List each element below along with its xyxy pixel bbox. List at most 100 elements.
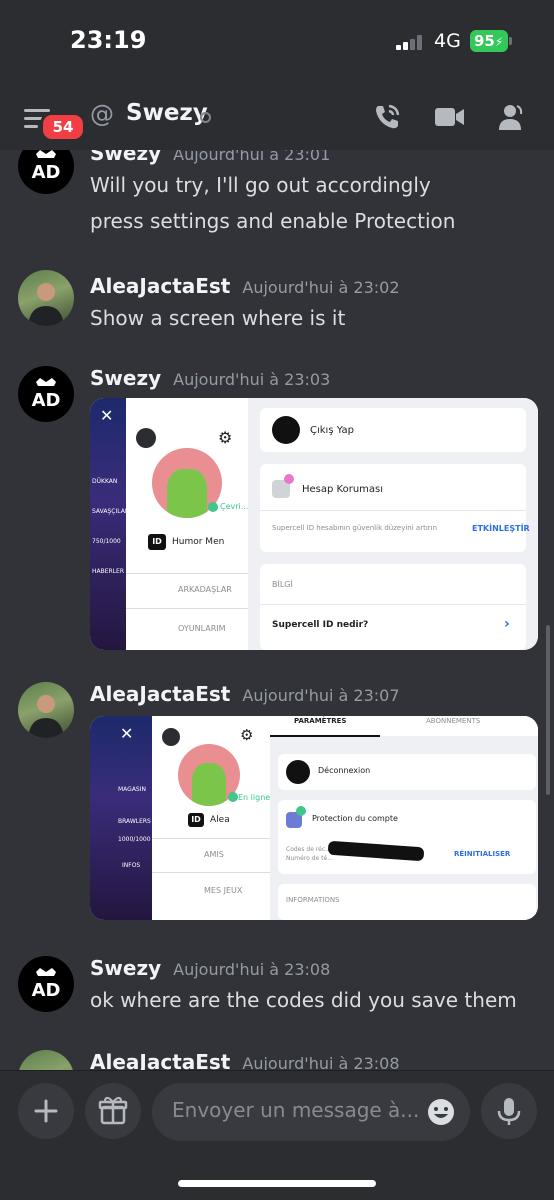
clock: 23:19 [70, 26, 147, 54]
home-indicator[interactable] [178, 1180, 376, 1187]
voice-message-button[interactable] [481, 1083, 537, 1139]
protection-title: Hesap Koruması [302, 484, 384, 495]
redaction-scribble [327, 840, 425, 862]
game-label: 750/1000 [92, 538, 121, 545]
profile-status: Çevri... [220, 502, 249, 511]
menu-item-games: OYUNLARIM [178, 624, 226, 633]
add-attachment-button[interactable] [18, 1083, 74, 1139]
svg-text:AD: AD [32, 162, 61, 183]
avatar[interactable]: AD [18, 366, 74, 422]
tab-parametres: PARAMÈTRES [294, 717, 347, 725]
scrollbar[interactable] [546, 625, 550, 795]
message-input-placeholder: Envoyer un message à... [172, 1098, 420, 1122]
plus-icon [34, 1099, 58, 1123]
online-status-icon [228, 792, 238, 802]
avatar[interactable]: AD [18, 150, 74, 194]
message-text: ok where are the codes did you save them [90, 988, 517, 1012]
message-timestamp: Aujourd'hui à 23:02 [242, 278, 400, 297]
message-input[interactable]: Envoyer un message à... [152, 1083, 470, 1141]
game-label: SAVAŞÇILAR [92, 508, 129, 515]
message-timestamp: Aujourd'hui à 23:08 [173, 960, 331, 979]
protection-card: Hesap Koruması Supercell ID hesabının gü… [260, 464, 530, 552]
online-status-icon [208, 502, 218, 512]
message-author[interactable]: Swezy Aujourd'hui à 23:08 [90, 956, 330, 980]
phone-number-label: Numéro de té... [286, 855, 333, 862]
message-list[interactable]: AD Swezy Aujourd'hui à 23:01 Will you try… [0, 150, 554, 1070]
chat-icon [136, 428, 156, 448]
info-card: BİLGİ Supercell ID nedir? › [260, 564, 526, 650]
message-author[interactable]: AleaJactaEst Aujourd'hui à 23:08 [90, 1050, 400, 1070]
logout-card: Çıkış Yap [260, 408, 526, 452]
profile-status: En ligne [238, 793, 271, 802]
profile-name: Alea [210, 815, 230, 825]
channel-title[interactable]: Swezy [126, 100, 208, 126]
logout-label: Déconnexion [318, 766, 371, 775]
game-label: 1000/1000 [118, 836, 151, 843]
microphone-icon [497, 1098, 521, 1125]
signal-icon [396, 34, 426, 50]
profile-name: Humor Men [172, 537, 225, 547]
message-timestamp: Aujourd'hui à 23:07 [242, 686, 400, 705]
game-label: BRAWLERS [118, 818, 151, 825]
tab-bar: PARAMÈTRES ABONNEMENTS [270, 716, 538, 737]
message-author[interactable]: Swezy Aujourd'hui à 23:03 [90, 366, 330, 390]
message-author[interactable]: AleaJactaEst Aujourd'hui à 23:07 [90, 682, 400, 706]
call-icon[interactable] [370, 100, 404, 134]
gear-icon: ⚙ [218, 428, 233, 447]
info-card: INFORMATIONS [278, 884, 536, 920]
game-background [90, 398, 126, 650]
reset-button: RÉINITIALISER [454, 850, 511, 858]
emoji-icon[interactable] [426, 1097, 456, 1127]
message-author[interactable]: AleaJactaEst Aujourd'hui à 23:02 [90, 274, 400, 298]
info-item: Supercell ID nedir? [272, 620, 369, 630]
close-icon: ✕ [100, 406, 114, 425]
menu-item-games: MES JEUX [204, 886, 243, 895]
id-badge: ID [148, 534, 166, 550]
chevron-right-icon: › [504, 616, 510, 632]
settings-panel: PARAMÈTRES ABONNEMENTS Déconnexion Prote… [270, 716, 538, 920]
message-author[interactable]: Swezy Aujourd'hui à 23:01 [90, 150, 330, 165]
at-icon: @ [90, 100, 114, 128]
message-text: press settings and enable Protection [90, 209, 456, 233]
message-text: Show a screen where is it [90, 306, 346, 330]
avatar[interactable] [18, 1050, 74, 1070]
gift-icon [98, 1096, 128, 1125]
protection-card: Protection du compte Codes de réc... Num… [278, 800, 536, 874]
avatar[interactable] [18, 270, 74, 326]
avatar[interactable]: AD [18, 956, 74, 1012]
recovery-codes-label: Codes de réc... [286, 846, 331, 853]
status-bar: 23:19 4G 95⚡ [0, 0, 554, 82]
logout-label: Çıkış Yap [310, 425, 354, 436]
menu-item-friends: AMIS [204, 850, 224, 859]
network-type: 4G [434, 30, 461, 52]
channel-header: 54 @ Swezy [0, 82, 554, 150]
info-header: INFORMATIONS [286, 896, 340, 904]
enable-button: ETKİNLEŞTİR [472, 524, 530, 533]
protection-description: Supercell ID hesabının güvenlik düzeyini… [272, 524, 438, 532]
logout-card: Déconnexion [278, 754, 536, 790]
settings-panel: Çıkış Yap Hesap Koruması Supercell ID he… [248, 398, 538, 650]
video-icon[interactable] [432, 100, 466, 134]
id-badge: ID [188, 813, 204, 827]
svg-text:AD: AD [32, 980, 61, 1001]
members-icon[interactable] [494, 100, 528, 134]
profile-panel: ⚙ Çevri... ID Humor Men ARKADAŞLAR OYUNL… [126, 398, 248, 650]
game-label: INFOS [122, 862, 141, 869]
game-label: MAGASIN [118, 786, 146, 793]
info-header: BİLGİ [272, 580, 293, 589]
protection-title: Protection du compte [312, 814, 398, 823]
message-text: Will you try, I'll go out accordingly [90, 173, 431, 197]
message-timestamp: Aujourd'hui à 23:08 [242, 1054, 400, 1070]
profile-panel: ⚙ En ligne ID Alea AMIS MES JEUX [152, 716, 270, 920]
gear-icon: ⚙ [240, 726, 254, 744]
image-attachment[interactable]: ✕ MAGASIN BRAWLERS 1000/1000 INFOS ⚙ En … [90, 716, 538, 920]
image-attachment[interactable]: ✕ DÜKKAN SAVAŞÇILAR 750/1000 HABERLER ⚙ … [90, 398, 538, 650]
unread-badge: 54 [40, 112, 86, 142]
gift-button[interactable] [85, 1083, 141, 1139]
game-label: HABERLER [92, 568, 124, 575]
battery-icon: 95⚡ [470, 30, 512, 52]
message-timestamp: Aujourd'hui à 23:01 [173, 150, 331, 164]
svg-text:AD: AD [32, 390, 61, 411]
avatar[interactable] [18, 682, 74, 738]
close-icon: ✕ [120, 724, 134, 743]
